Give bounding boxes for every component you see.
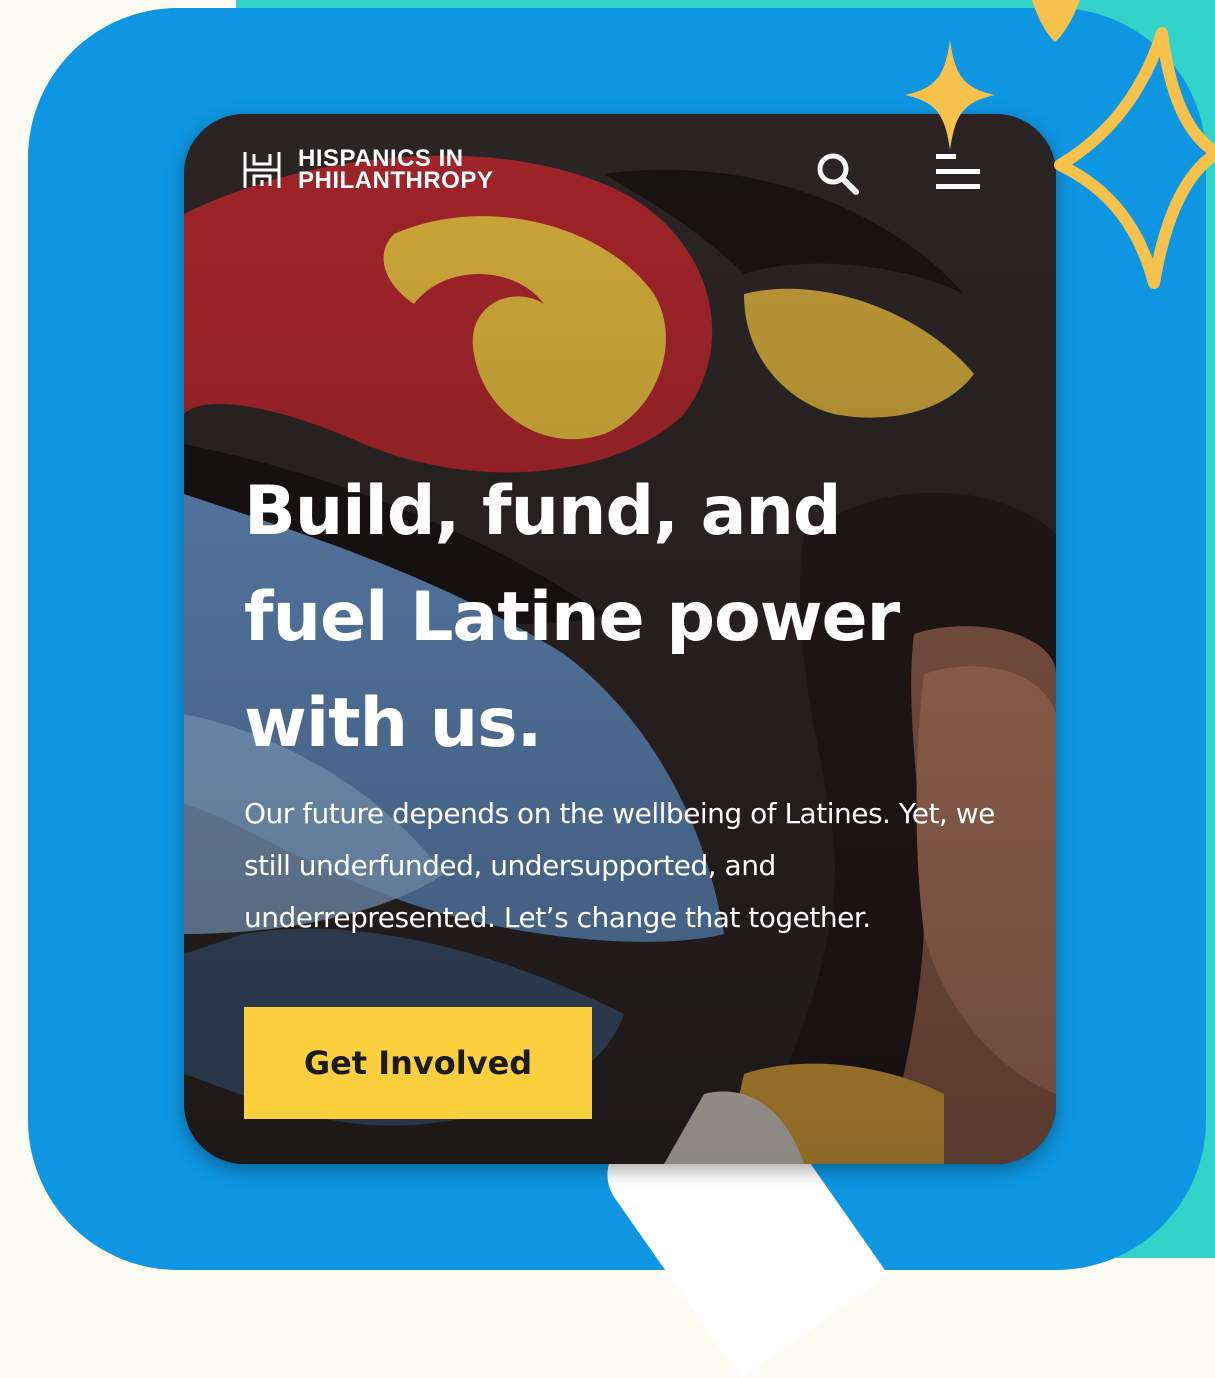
hero-subtext: Our future depends on the wellbeing of L… xyxy=(244,797,995,934)
logo-mark-icon xyxy=(243,152,281,188)
site-logo[interactable]: HISPANICS IN PHILANTHROPY xyxy=(242,147,494,194)
logo-line-2: PHILANTHROPY xyxy=(298,167,494,194)
mobile-hero-screen: HISPANICS IN PHILANTHROPY Build, fund, a… xyxy=(184,114,1056,1164)
logo-wordmark: HISPANICS IN PHILANTHROPY xyxy=(298,147,494,194)
hero-headline: Build, fund, and fuel Latine power with … xyxy=(244,472,900,763)
sparkle-solid-icon xyxy=(905,40,995,150)
sparkle-outline-icon xyxy=(1054,27,1215,289)
hamburger-menu-icon[interactable] xyxy=(932,148,984,196)
get-involved-button[interactable]: Get Involved xyxy=(244,1007,592,1119)
search-icon[interactable] xyxy=(814,150,860,196)
